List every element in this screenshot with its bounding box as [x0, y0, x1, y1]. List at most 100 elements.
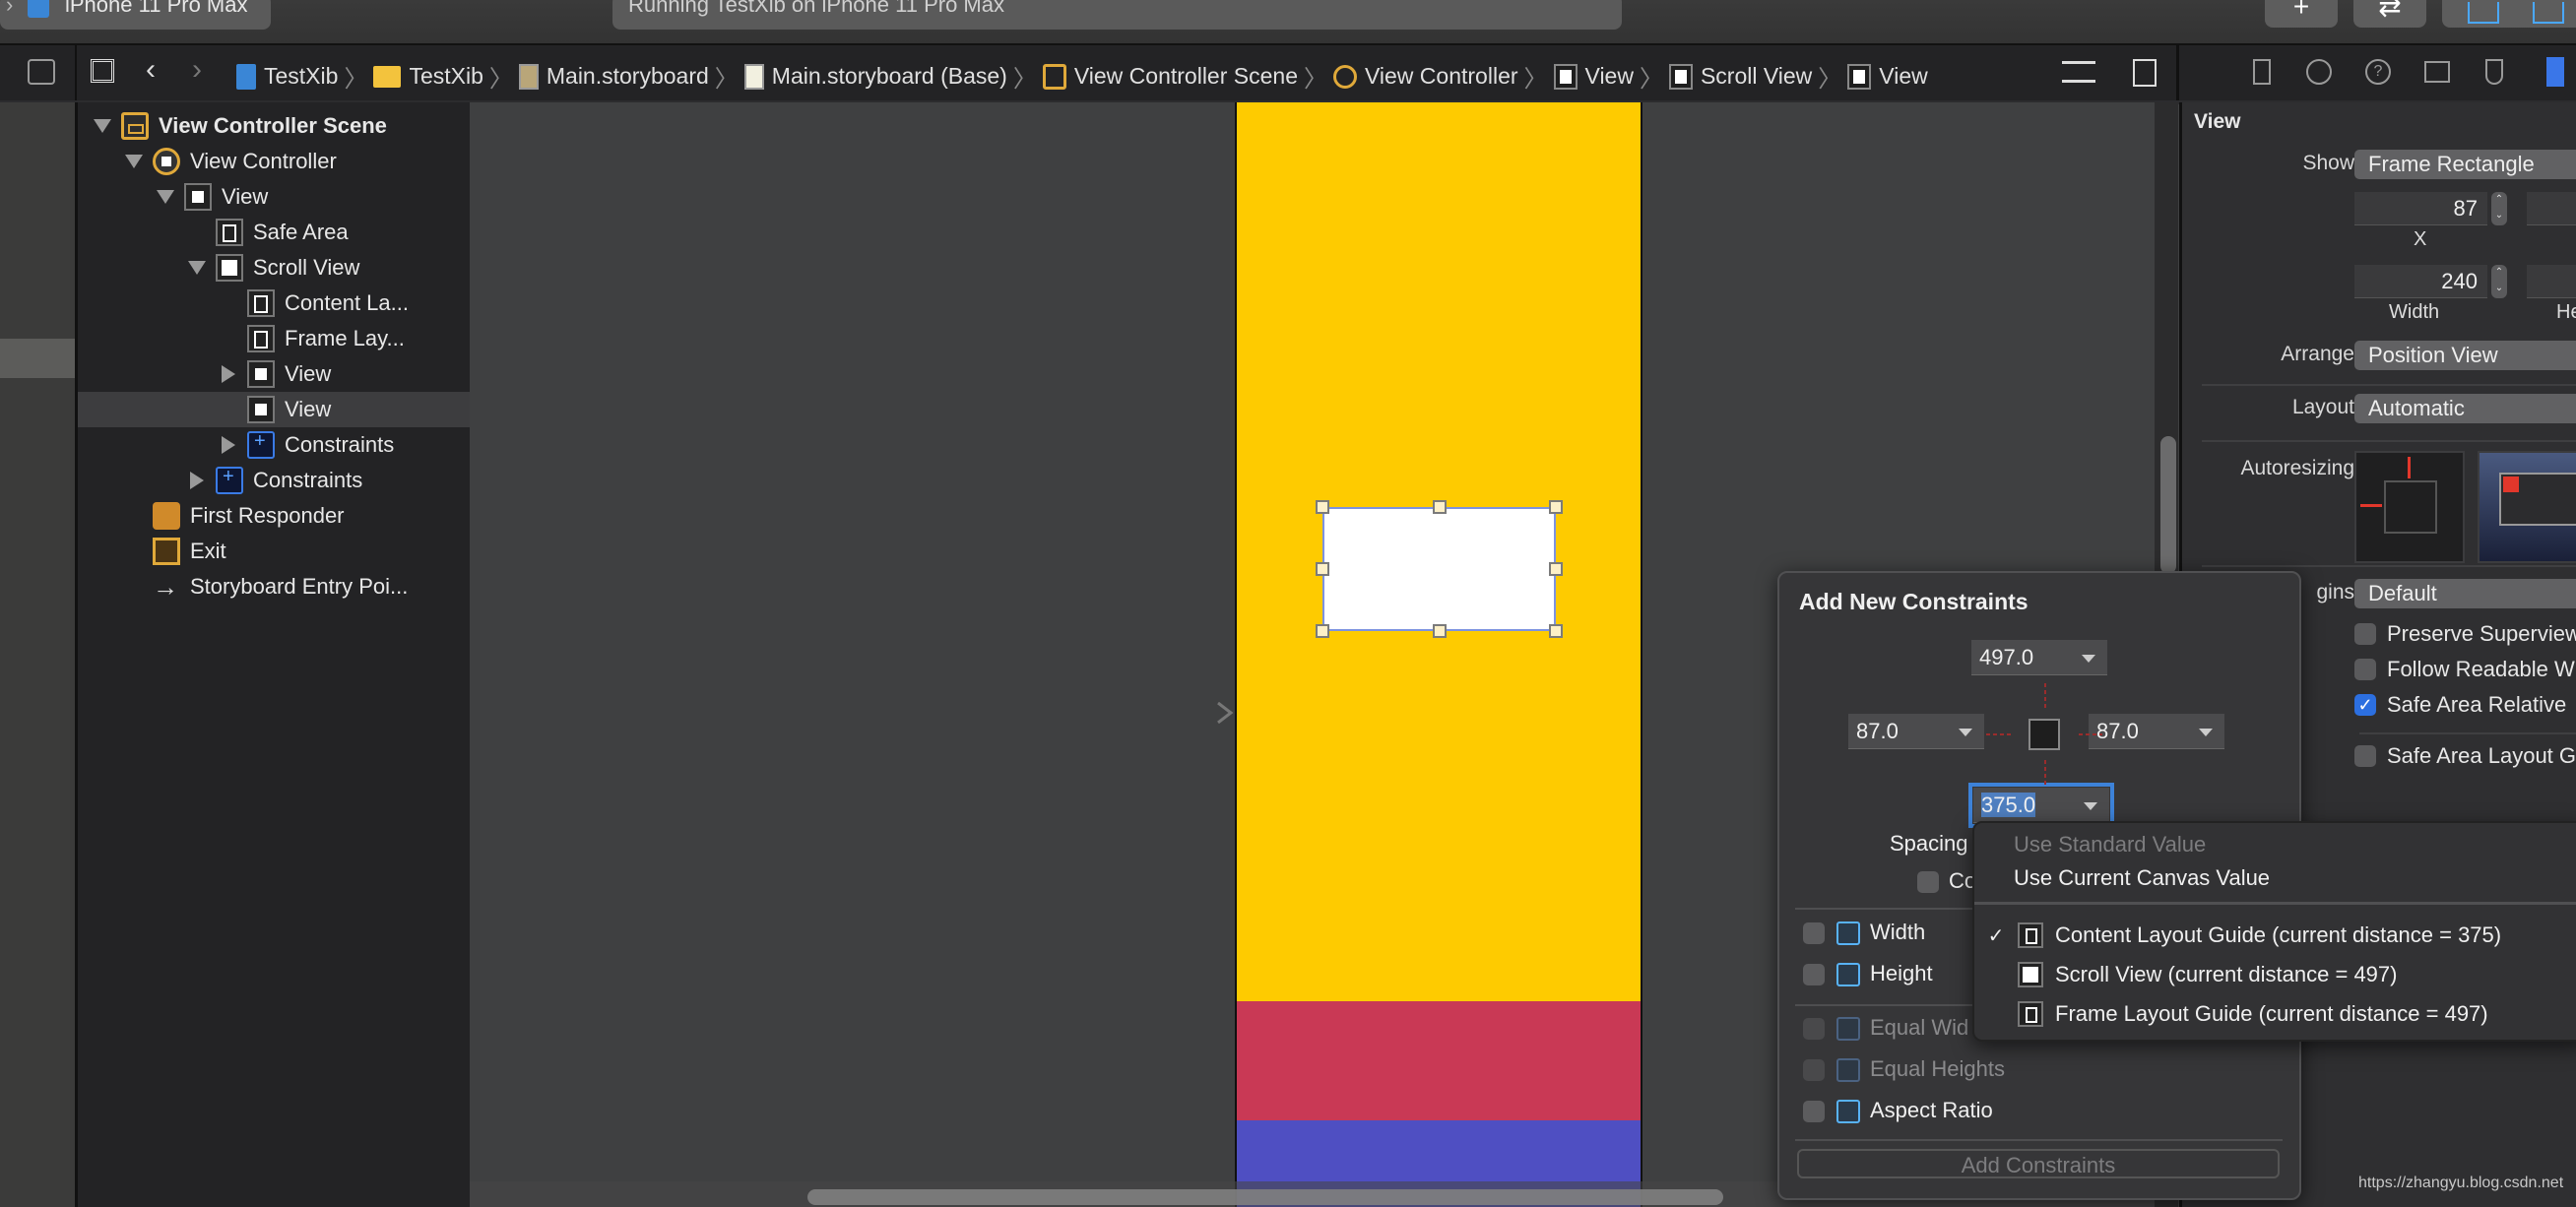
dropdown-caret-icon[interactable] — [1959, 729, 1972, 736]
top-strut-icon[interactable] — [2408, 457, 2411, 478]
add-editor-icon[interactable] — [2133, 59, 2157, 87]
menu-item-use-current-canvas-value[interactable]: Use Current Canvas Value — [1974, 860, 2576, 896]
preserve-superview-margins-checkbox[interactable] — [2354, 623, 2376, 645]
aspect-ratio-checkbox[interactable] — [1803, 1101, 1825, 1122]
dropdown-caret-icon[interactable] — [2084, 802, 2097, 810]
breadcrumb-item[interactable]: View Controller Scene — [1074, 63, 1298, 90]
preserve-superview-margins-label: Preserve Superview — [2387, 621, 2576, 646]
resize-handle[interactable] — [1549, 562, 1563, 576]
x-stepper[interactable]: ⌃ ⌄ — [2491, 192, 2507, 225]
disclosure-expanded-icon[interactable] — [125, 155, 143, 168]
identity-inspector-icon[interactable] — [2424, 61, 2450, 83]
file-inspector-icon[interactable] — [2253, 59, 2271, 85]
resize-handle[interactable] — [1432, 624, 1447, 638]
equal-widths-checkbox[interactable] — [1803, 1018, 1825, 1040]
chevron-right-icon: 〉 — [1818, 66, 1842, 93]
outline-item[interactable]: Constraints — [78, 463, 470, 498]
dropdown-caret-icon[interactable] — [2082, 655, 2095, 663]
width-field[interactable]: 240 — [2354, 265, 2487, 298]
scroll-content-middle-view[interactable] — [1235, 1001, 1642, 1120]
scheme-selector[interactable]: › iPhone 11 Pro Max — [0, 0, 271, 30]
show-popup[interactable]: Frame Rectangle — [2354, 150, 2576, 179]
disclosure-expanded-icon[interactable] — [94, 119, 111, 133]
disclosure-collapsed-icon[interactable] — [222, 365, 235, 383]
outline-item[interactable]: First Responder — [78, 498, 470, 534]
outline-item[interactable]: Exit — [78, 534, 470, 569]
bottom-spacing-field[interactable]: 375.0 — [1968, 783, 2114, 828]
follow-readable-width-checkbox[interactable] — [2354, 659, 2376, 680]
outline-item[interactable]: View — [78, 179, 470, 215]
width-stepper[interactable]: ⌃ ⌄ — [2491, 265, 2507, 298]
navigator-toggle-icon[interactable] — [2468, 2, 2499, 24]
outline-item[interactable]: View Controller Scene — [78, 108, 470, 144]
breadcrumb-item[interactable]: TestXib — [409, 63, 483, 90]
outline-item[interactable]: View Controller — [78, 144, 470, 179]
safe-area-relative-margins-checkbox[interactable]: ✓ — [2354, 694, 2376, 716]
equal-heights-checkbox[interactable] — [1803, 1059, 1825, 1081]
vertical-scrollbar[interactable] — [2160, 436, 2176, 574]
library-button[interactable]: + — [2265, 0, 2338, 28]
document-items-icon[interactable] — [2062, 61, 2095, 83]
breadcrumb-item[interactable]: Scroll View — [1701, 63, 1812, 90]
resize-handle[interactable] — [1316, 500, 1329, 514]
resize-handle[interactable] — [1432, 500, 1447, 514]
menu-item-frame-layout-guide[interactable]: Frame Layout Guide (current distance = 4… — [1974, 996, 2576, 1032]
left-strut-icon[interactable] — [2360, 504, 2382, 507]
code-review-button[interactable]: ⇄ — [2353, 0, 2426, 28]
resize-handle[interactable] — [1549, 500, 1563, 514]
height-field[interactable] — [2527, 265, 2576, 298]
outline-item[interactable]: Safe Area — [78, 215, 470, 250]
menu-item-scroll-view[interactable]: Scroll View (current distance = 497) — [1974, 957, 2576, 992]
autoresizing-mask-editor[interactable] — [2354, 451, 2465, 563]
dropdown-caret-icon[interactable] — [2199, 729, 2213, 736]
disclosure-collapsed-icon[interactable] — [222, 436, 235, 454]
history-inspector-icon[interactable] — [2306, 59, 2332, 85]
top-spacing-field[interactable]: 497.0 — [1971, 640, 2107, 675]
scheme-device-label: iPhone 11 Pro Max — [65, 0, 248, 17]
y-field[interactable] — [2527, 192, 2576, 225]
outline-item[interactable]: Scroll View — [78, 250, 470, 286]
menu-item-use-standard-value[interactable]: Use Standard Value — [1974, 827, 2576, 862]
selected-view[interactable] — [1322, 507, 1556, 631]
breadcrumb-item[interactable]: View — [1585, 63, 1634, 90]
disclosure-collapsed-icon[interactable] — [190, 472, 204, 489]
arrange-popup[interactable]: Position View — [2354, 341, 2576, 370]
leading-spacing-field[interactable]: 87.0 — [1848, 714, 1984, 749]
disclosure-expanded-icon[interactable] — [188, 261, 206, 275]
resize-handle[interactable] — [1316, 624, 1329, 638]
breadcrumb-item[interactable]: View — [1879, 63, 1927, 90]
layout-popup[interactable]: Automatic — [2354, 394, 2576, 423]
breadcrumb-item[interactable]: Main.storyboard — [547, 63, 709, 90]
constrain-to-margins-checkbox[interactable] — [1917, 871, 1939, 893]
breadcrumb-item[interactable]: Main.storyboard (Base) — [772, 63, 1007, 90]
add-constraints-button[interactable]: Add Constraints — [1797, 1149, 2280, 1178]
resize-handle[interactable] — [1316, 562, 1329, 576]
attributes-inspector-icon[interactable] — [2485, 59, 2503, 85]
outline-item[interactable]: → Storyboard Entry Poi... — [78, 569, 470, 604]
outline-item[interactable]: Content La... — [78, 286, 470, 321]
breadcrumb-item[interactable]: TestXib — [264, 63, 338, 90]
menu-item-content-layout-guide[interactable]: ✓ Content Layout Guide (current distance… — [1974, 918, 2576, 953]
trailing-spacing-field[interactable]: 87.0 — [2089, 714, 2224, 749]
size-inspector-icon[interactable] — [2546, 57, 2564, 87]
resize-handle[interactable] — [1549, 624, 1563, 638]
safe-area-layout-guide-checkbox[interactable] — [2354, 745, 2376, 767]
x-field[interactable]: 87 — [2354, 192, 2487, 225]
disclosure-expanded-icon[interactable] — [157, 190, 174, 204]
outline-item-label: Content La... — [285, 290, 409, 315]
layout-margins-popup[interactable]: Default — [2354, 579, 2576, 608]
height-checkbox[interactable] — [1803, 964, 1825, 985]
outline-item[interactable]: View — [78, 392, 470, 427]
debug-area-toggle-icon[interactable] — [2533, 2, 2564, 24]
outline-item[interactable]: Constraints — [78, 427, 470, 463]
back-arrow-icon[interactable]: ‹ — [146, 53, 156, 87]
forward-arrow-icon[interactable]: › — [192, 53, 202, 87]
breadcrumb-item[interactable]: View Controller — [1365, 63, 1518, 90]
outline-item[interactable]: Frame Lay... — [78, 321, 470, 356]
width-checkbox[interactable] — [1803, 922, 1825, 944]
horizontal-scrollbar[interactable] — [807, 1189, 1723, 1205]
related-items-icon[interactable] — [28, 59, 55, 85]
help-inspector-icon[interactable]: ? — [2365, 59, 2391, 85]
outline-item[interactable]: View — [78, 356, 470, 392]
grid-menu-icon[interactable] — [91, 59, 114, 83]
